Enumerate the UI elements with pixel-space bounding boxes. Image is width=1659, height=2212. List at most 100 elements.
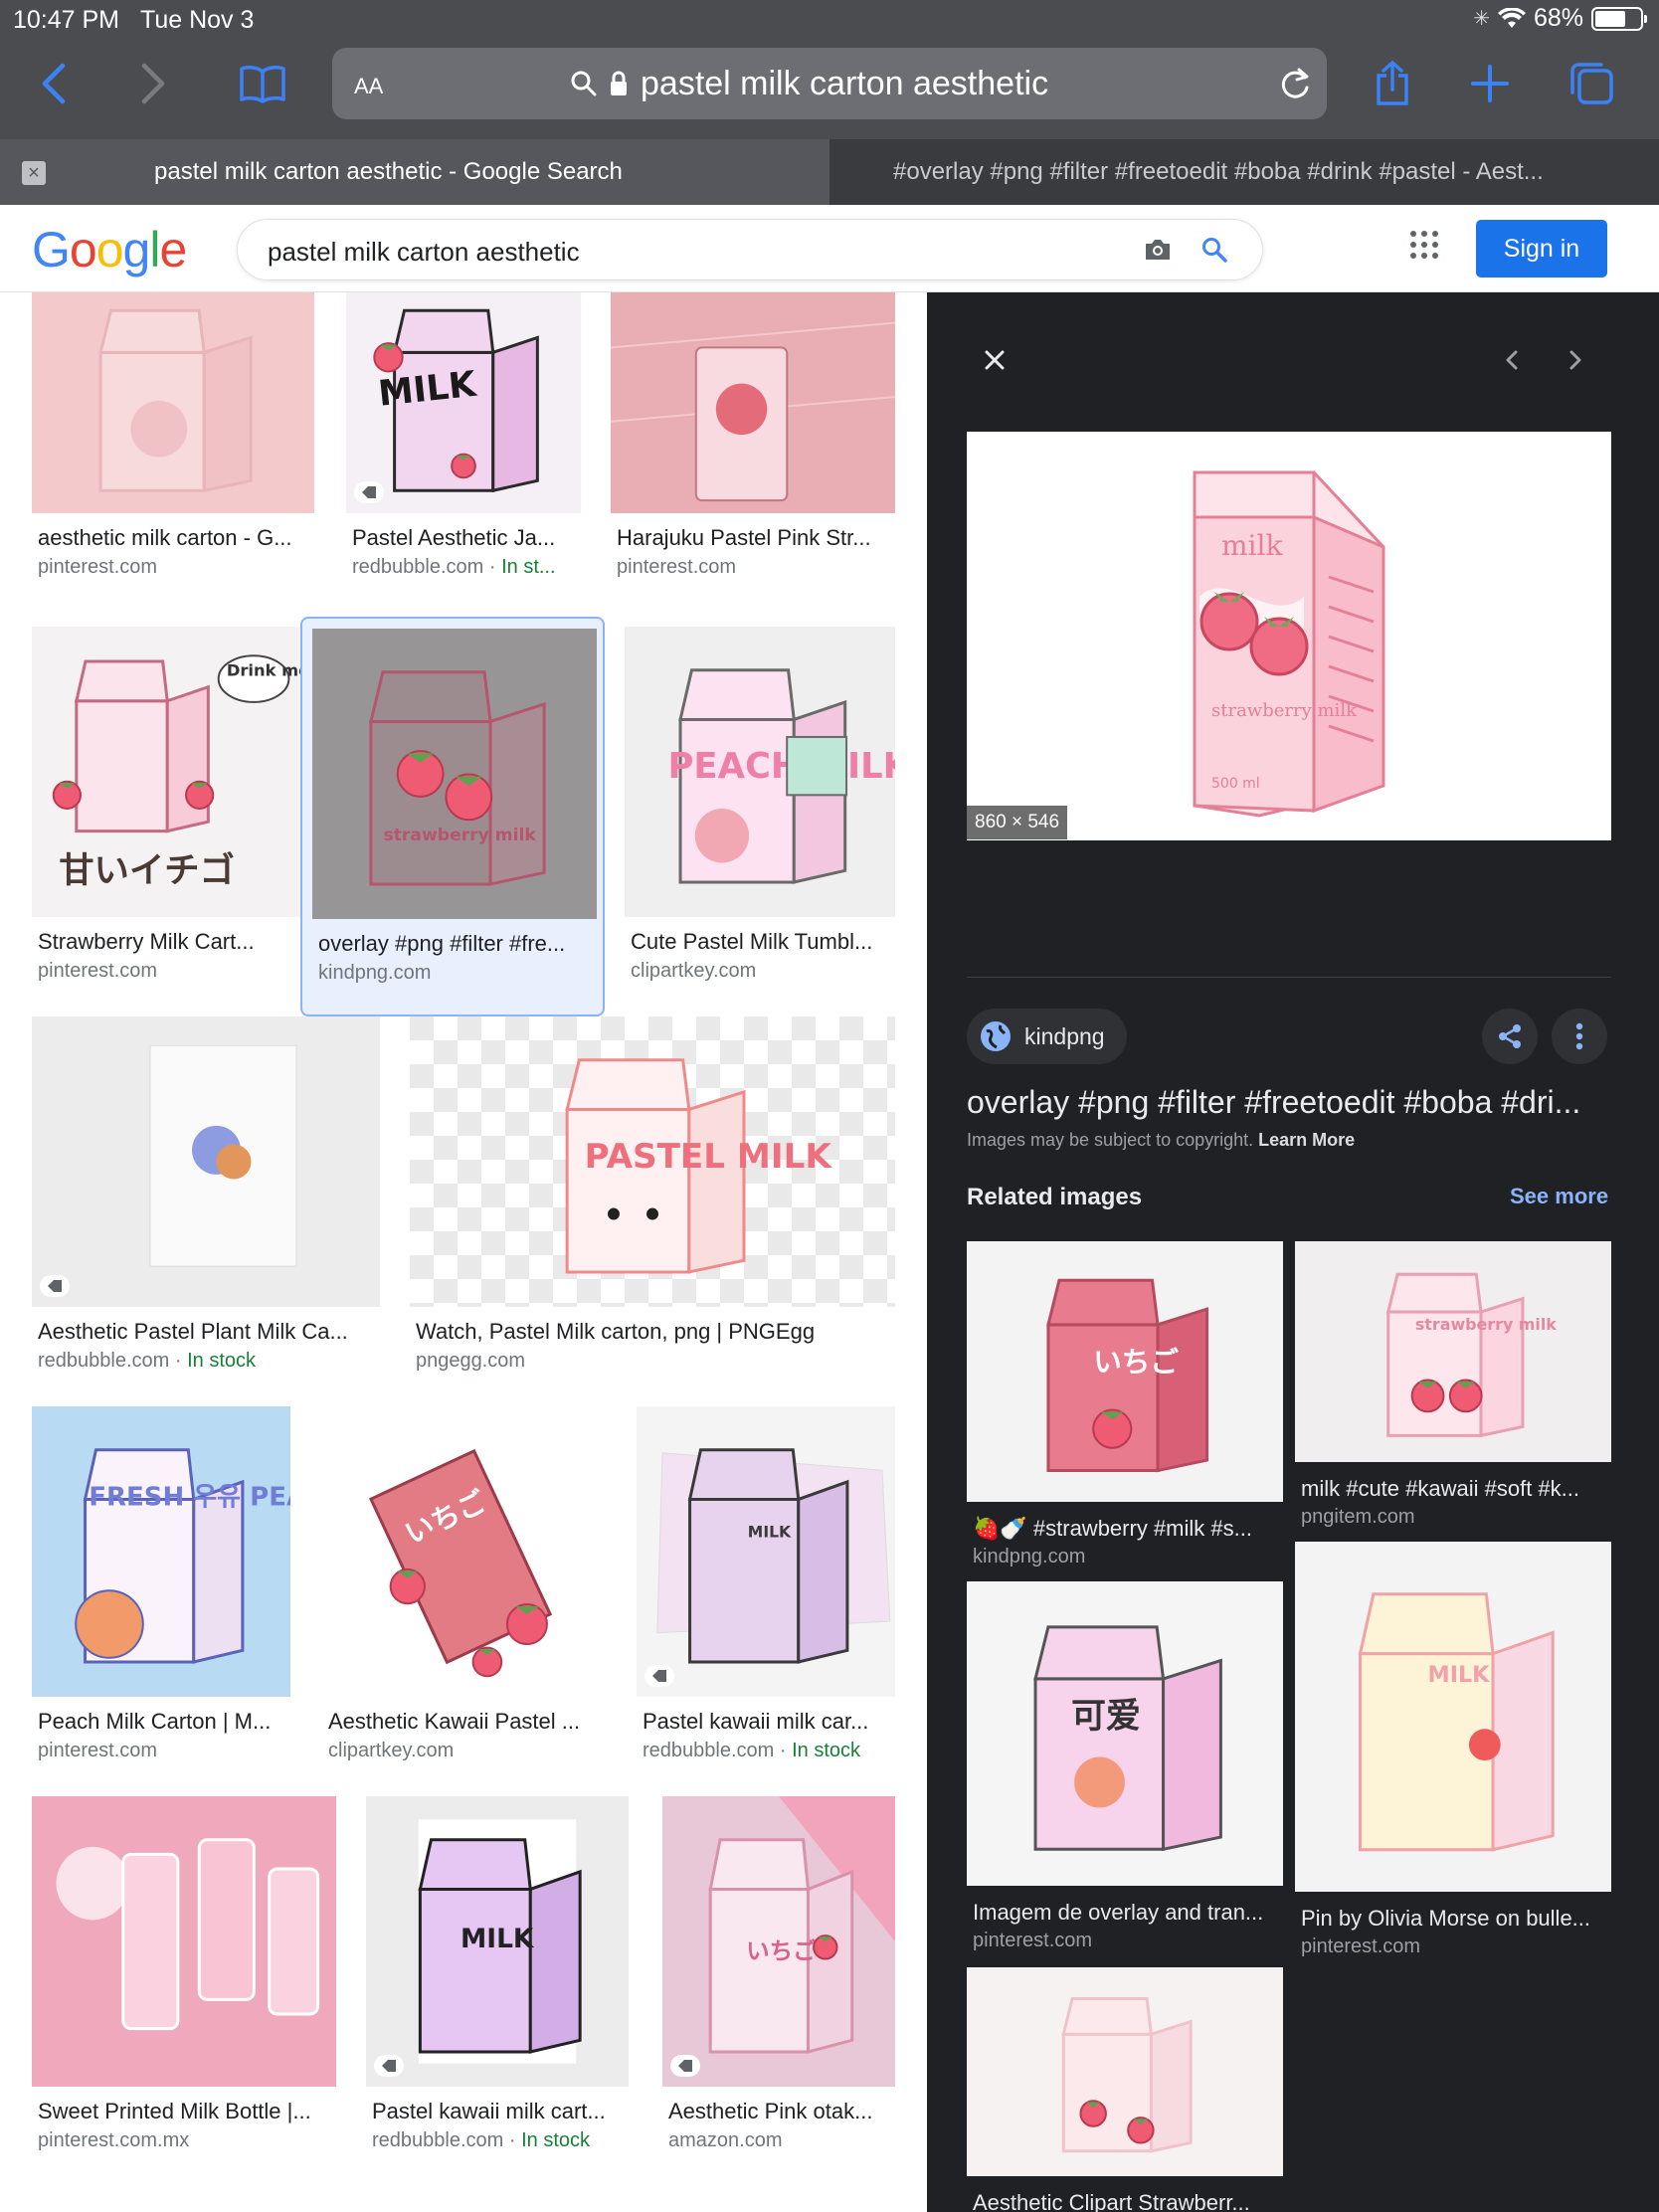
result-source: clipartkey.com bbox=[328, 1740, 454, 1762]
reload-icon[interactable] bbox=[1277, 66, 1313, 101]
related-image-card[interactable]: MILK Pin by Olivia Morse on bulle... pinte… bbox=[1295, 1542, 1611, 1961]
result-thumbnail[interactable] bbox=[32, 292, 314, 513]
related-title[interactable]: Pin by Olivia Morse on bulle... bbox=[1301, 1906, 1590, 1932]
related-thumbnail[interactable]: いちご bbox=[967, 1241, 1283, 1502]
preview-image[interactable]: milk strawberry milk 500 ml bbox=[967, 432, 1611, 840]
image-result-card[interactable]: いちご Aesthetic Kawaii Pastel ... clipartkey… bbox=[322, 1406, 607, 1786]
result-title[interactable]: Aesthetic Kawaii Pastel ... bbox=[328, 1709, 580, 1735]
result-source: pinterest.com.mx bbox=[38, 2129, 189, 2152]
see-more-link[interactable]: See more bbox=[1510, 1184, 1608, 1209]
tab-inactive[interactable]: #overlay #png #filter #freetoedit #boba … bbox=[893, 158, 1639, 186]
source-chip[interactable]: kindpng bbox=[967, 1009, 1127, 1064]
google-logo[interactable]: Google bbox=[32, 221, 187, 278]
result-title[interactable]: Pastel kawaii milk cart... bbox=[372, 2099, 606, 2124]
result-title[interactable]: Pastel Aesthetic Ja... bbox=[352, 525, 555, 551]
share-button[interactable] bbox=[1482, 1009, 1538, 1064]
result-thumbnail[interactable]: PASTEL MILK bbox=[410, 1016, 895, 1307]
result-title[interactable]: Sweet Printed Milk Bottle |... bbox=[38, 2099, 311, 2124]
result-title[interactable]: Strawberry Milk Cart... bbox=[38, 929, 255, 955]
chevron-right-icon[interactable] bbox=[1558, 342, 1593, 378]
sign-in-button[interactable]: Sign in bbox=[1476, 220, 1607, 277]
learn-more-link[interactable]: Learn More bbox=[1258, 1130, 1355, 1150]
in-stock-badge: In st... bbox=[501, 556, 556, 578]
close-icon[interactable] bbox=[977, 342, 1013, 378]
result-title[interactable]: Cute Pastel Milk Tumbl... bbox=[631, 929, 872, 955]
svg-text:FRESH 우유 PEACH: FRESH 우유 PEACH bbox=[89, 1482, 290, 1512]
related-image-card[interactable]: いちご 🍓🍼 #strawberry #milk #s... kindpng.com bbox=[967, 1241, 1283, 1571]
result-source: redbubble.com · In st... bbox=[352, 556, 556, 579]
result-title[interactable]: Watch, Pastel Milk carton, png | PNGEgg bbox=[416, 1319, 815, 1345]
image-result-card[interactable]: Harajuku Pastel Pink Str... pinterest.com bbox=[611, 292, 895, 617]
image-result-card[interactable]: Drink me. 甘いイチゴ Strawberry Milk Cart... pin… bbox=[32, 627, 302, 1007]
image-result-card[interactable]: いちご Aesthetic Pink otak... amazon.com bbox=[662, 1796, 895, 2176]
image-result-card[interactable]: Aesthetic Pastel Plant Milk Ca... redbubb… bbox=[32, 1016, 380, 1396]
address-bar[interactable]: AA pastel milk carton aesthetic bbox=[332, 48, 1327, 119]
chevron-left-icon[interactable] bbox=[1494, 342, 1530, 378]
camera-icon[interactable] bbox=[1143, 236, 1173, 264]
more-options-button[interactable] bbox=[1552, 1009, 1607, 1064]
result-thumbnail[interactable]: strawberry milk bbox=[312, 629, 597, 919]
search-input[interactable]: pastel milk carton aesthetic bbox=[268, 237, 580, 268]
result-thumbnail[interactable]: PEACH MILK bbox=[625, 627, 895, 917]
activity-icon: ✳ bbox=[1473, 8, 1490, 30]
image-result-card[interactable]: aesthetic milk carton - G... pinterest.co… bbox=[32, 292, 314, 617]
price-tag-icon bbox=[40, 1275, 70, 1297]
tab-close-button[interactable]: × bbox=[22, 161, 46, 185]
related-image-card[interactable]: Aesthetic Clipart Strawberr... bbox=[967, 1967, 1283, 2212]
result-title[interactable]: Aesthetic Pastel Plant Milk Ca... bbox=[38, 1319, 348, 1345]
related-image-card[interactable]: strawberry milk milk #cute #kawaii #soft … bbox=[1295, 1241, 1611, 1532]
book-icon bbox=[240, 66, 285, 103]
svg-text:いちご: いちご bbox=[1093, 1345, 1179, 1379]
image-result-card[interactable]: MILK Pastel kawaii milk car... redbubble.c… bbox=[637, 1406, 895, 1786]
search-box[interactable]: pastel milk carton aesthetic bbox=[237, 219, 1263, 280]
result-thumbnail[interactable]: Drink me. 甘いイチゴ bbox=[32, 627, 302, 917]
related-title[interactable]: milk #cute #kawaii #soft #k... bbox=[1301, 1476, 1579, 1502]
result-title[interactable]: Aesthetic Pink otak... bbox=[668, 2099, 872, 2124]
result-title[interactable]: overlay #png #filter #fre... bbox=[318, 931, 565, 957]
result-thumbnail[interactable]: MILK bbox=[366, 1796, 629, 2087]
new-tab-button[interactable] bbox=[1466, 60, 1514, 107]
related-thumbnail[interactable] bbox=[967, 1967, 1283, 2176]
in-stock-badge: In stock bbox=[187, 1350, 256, 1372]
related-title[interactable]: Aesthetic Clipart Strawberr... bbox=[973, 2190, 1250, 2212]
related-thumbnail[interactable]: strawberry milk bbox=[1295, 1241, 1611, 1462]
result-thumbnail[interactable] bbox=[32, 1016, 380, 1307]
search-icon[interactable] bbox=[1200, 236, 1228, 264]
result-title[interactable]: Harajuku Pastel Pink Str... bbox=[617, 525, 871, 551]
panel-title[interactable]: overlay #png #filter #freetoedit #boba #… bbox=[967, 1084, 1613, 1121]
text-size-button[interactable]: AA bbox=[354, 68, 383, 101]
bookmarks-button[interactable] bbox=[239, 60, 286, 107]
image-result-card[interactable]: MILK Pastel Aesthetic Ja... redbubble.com … bbox=[346, 292, 581, 617]
result-thumbnail[interactable] bbox=[32, 1796, 336, 2087]
related-title[interactable]: 🍓🍼 #strawberry #milk #s... bbox=[973, 1516, 1252, 1542]
result-thumbnail[interactable]: MILK bbox=[637, 1406, 895, 1697]
related-thumbnail[interactable]: 可爱 bbox=[967, 1581, 1283, 1886]
related-source: pngitem.com bbox=[1301, 1506, 1415, 1528]
image-result-card[interactable]: PASTEL MILK Watch, Pastel Milk carton, pn… bbox=[410, 1016, 895, 1396]
back-button[interactable] bbox=[30, 60, 78, 107]
forward-button[interactable] bbox=[129, 60, 177, 107]
image-result-card[interactable]: strawberry milk overlay #png #filter #fre… bbox=[300, 617, 605, 1016]
image-result-card[interactable]: PEACH MILK Cute Pastel Milk Tumbl... clipa… bbox=[625, 627, 895, 1007]
image-result-card[interactable]: MILK Pastel kawaii milk cart... redbubble.… bbox=[366, 1796, 629, 2176]
result-thumbnail[interactable] bbox=[611, 292, 895, 513]
result-thumbnail[interactable]: いちご bbox=[322, 1406, 607, 1697]
image-result-card[interactable]: Sweet Printed Milk Bottle |... pinterest.… bbox=[32, 1796, 336, 2176]
share-button[interactable] bbox=[1369, 60, 1416, 107]
related-thumbnail[interactable]: MILK bbox=[1295, 1542, 1611, 1892]
related-image-card[interactable]: 可爱 Imagem de overlay and tran... pinterest… bbox=[967, 1581, 1283, 1955]
image-result-card[interactable]: FRESH 우유 PEACH Peach Milk Carton | M... pi… bbox=[32, 1406, 290, 1786]
related-title[interactable]: Imagem de overlay and tran... bbox=[973, 1900, 1263, 1926]
result-thumbnail[interactable]: MILK bbox=[346, 292, 581, 513]
apps-grid-icon[interactable] bbox=[1410, 231, 1438, 259]
tabs-overview-button[interactable] bbox=[1567, 60, 1615, 107]
tab-active[interactable]: × pastel milk carton aesthetic - Google … bbox=[0, 139, 830, 205]
result-source-domain: redbubble.com · bbox=[643, 1740, 793, 1761]
url-display[interactable]: pastel milk carton aesthetic bbox=[571, 62, 1048, 105]
result-title[interactable]: Peach Milk Carton | M... bbox=[38, 1709, 271, 1735]
result-thumbnail[interactable]: FRESH 우유 PEACH bbox=[32, 1406, 290, 1697]
result-source: pinterest.com bbox=[617, 556, 736, 579]
result-title[interactable]: Pastel kawaii milk car... bbox=[643, 1709, 868, 1735]
result-thumbnail[interactable]: いちご bbox=[662, 1796, 895, 2087]
result-title[interactable]: aesthetic milk carton - G... bbox=[38, 525, 292, 551]
